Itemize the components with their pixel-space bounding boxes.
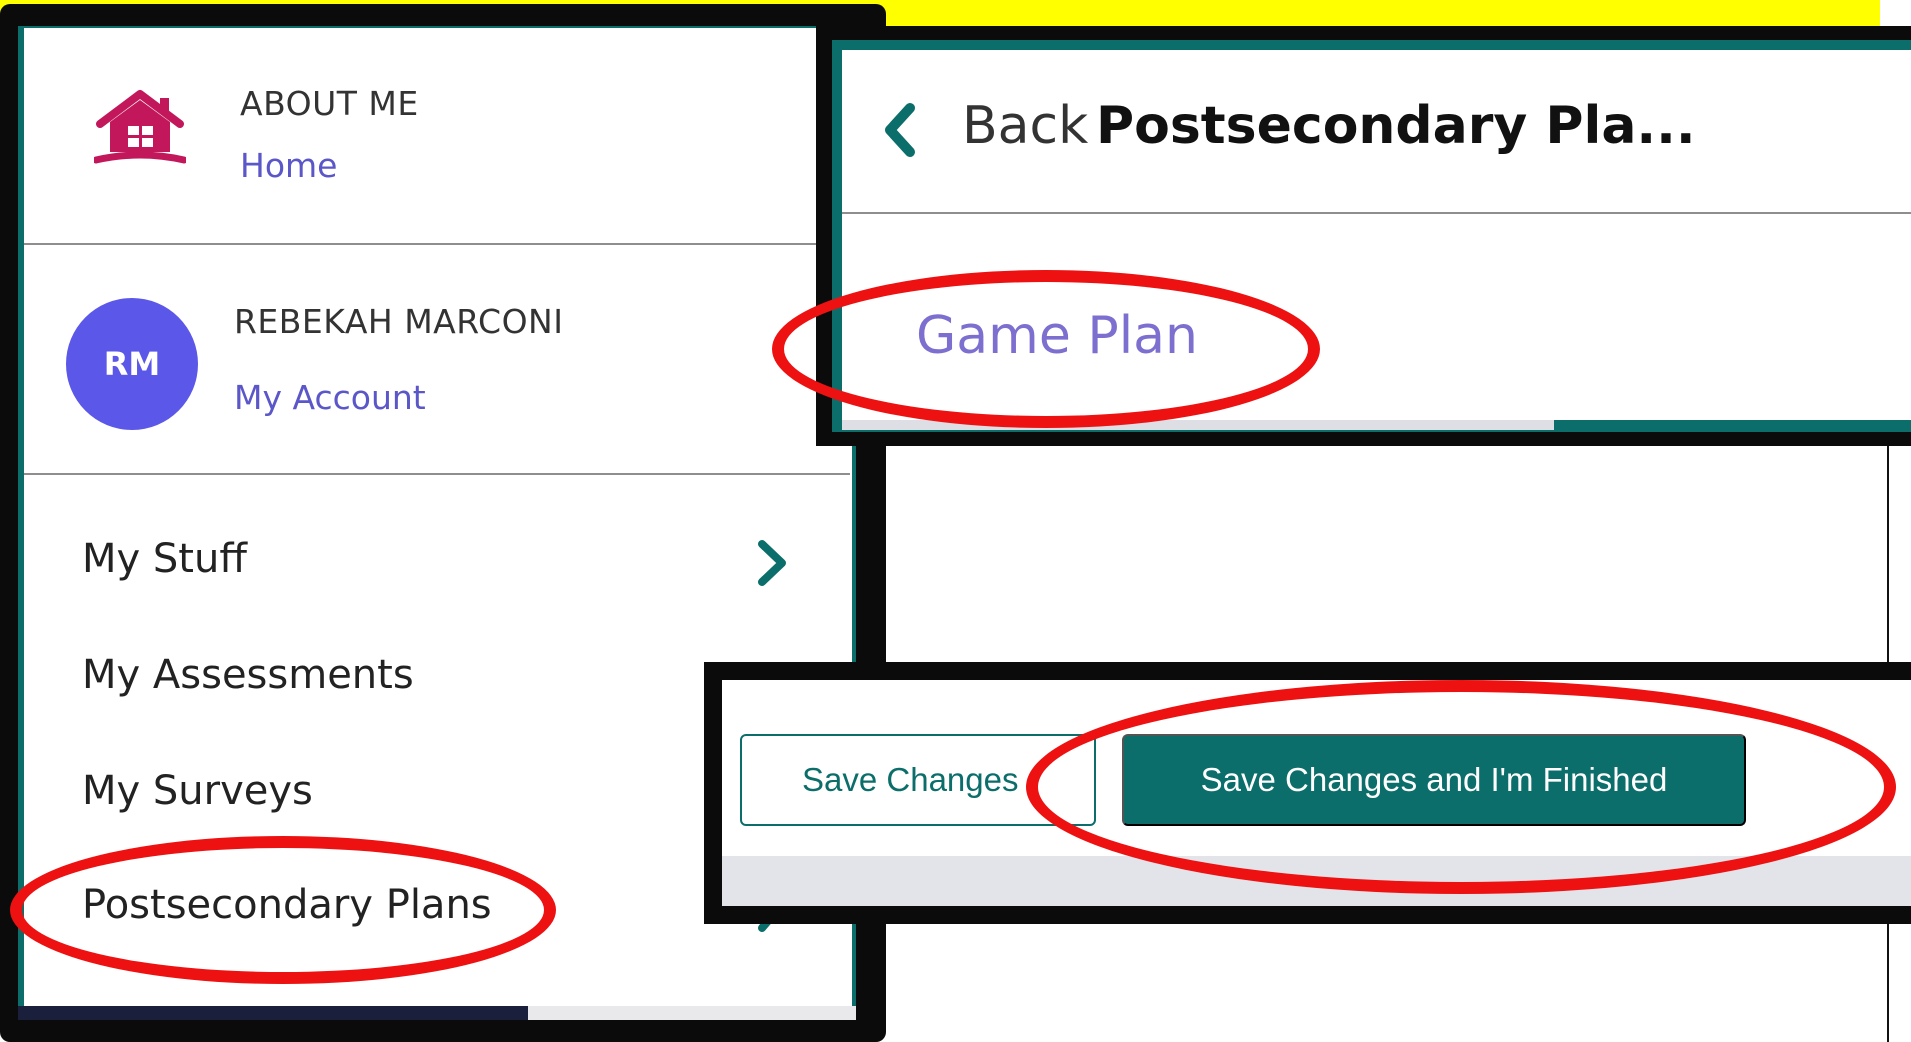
chevron-left-icon[interactable] [880, 100, 920, 160]
user-name: REBEKAH MARCONI [234, 302, 564, 341]
back-panel-bottom-strip [842, 420, 1554, 430]
menu-bottom-strip [18, 1006, 528, 1020]
menu-divider [24, 473, 850, 475]
save-and-finish-button[interactable]: Save Changes and I'm Finished [1122, 734, 1746, 826]
back-panel-divider [842, 212, 1911, 214]
menu-divider [24, 243, 828, 245]
back-panel-bottom-accent [1554, 420, 1911, 430]
about-me-label: ABOUT ME [240, 84, 419, 123]
save-changes-button[interactable]: Save Changes [740, 734, 1096, 826]
nav-item-my-surveys[interactable]: My Surveys [82, 768, 313, 814]
nav-item-postsecondary-plans[interactable]: Postsecondary Plans [82, 882, 492, 928]
nav-item-my-assessments[interactable]: My Assessments [82, 652, 414, 698]
menu-bottom-strip-light [528, 1006, 856, 1020]
home-link[interactable]: Home [240, 146, 337, 185]
back-button[interactable]: Back [962, 96, 1088, 156]
chevron-right-icon[interactable] [752, 538, 792, 588]
my-account-link[interactable]: My Account [234, 378, 426, 417]
nav-item-my-stuff[interactable]: My Stuff [82, 536, 247, 582]
page-title: Postsecondary Pla... [1096, 96, 1696, 156]
actions-panel-bottom-strip [722, 856, 1911, 906]
avatar[interactable]: RM [66, 298, 198, 430]
game-plan-link[interactable]: Game Plan [916, 306, 1198, 366]
home-icon [94, 90, 186, 164]
